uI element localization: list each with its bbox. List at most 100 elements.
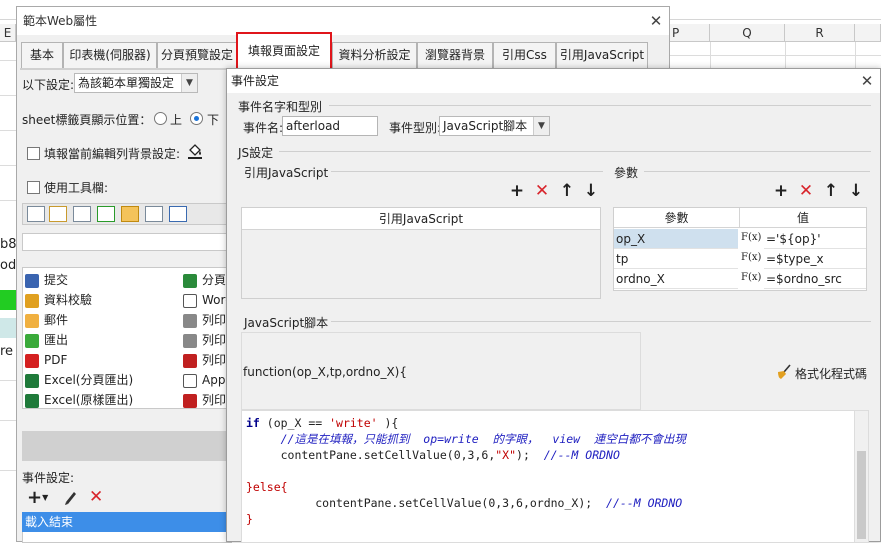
toolbar-buttons-list: 提交 資料校驗 郵件 匯出 PDF Excel(分頁匯出) Excel(原樣匯出…	[22, 267, 232, 409]
tab-printer-server[interactable]: 印表機(伺服器)	[63, 42, 157, 69]
gridline	[0, 165, 16, 166]
param-value-cell[interactable]: =$ordno_src	[764, 269, 866, 289]
toolbar-label: 使用工具欄:	[44, 181, 109, 195]
param-name-cell[interactable]: tp	[614, 249, 738, 269]
toolbar-checkbox[interactable]	[27, 181, 40, 194]
button-item[interactable]: 提交	[25, 270, 68, 290]
code-text: contentPane.setCellValue(0,3,6,	[246, 448, 496, 462]
button-item[interactable]: 分頁	[183, 270, 231, 290]
code-line: if (op_X == 'write' ){	[246, 415, 398, 431]
code-comment: //這是在填報，只能抓到 op=write 的字眼， view 連空白都不會出現	[246, 432, 686, 446]
column-header-e[interactable]: E	[0, 24, 16, 42]
event-type-select[interactable]: JavaScript腳本 ▼	[439, 116, 550, 136]
button-item[interactable]: Word	[183, 290, 231, 310]
code-scrollbar[interactable]	[854, 411, 868, 542]
arrow-up-icon[interactable]: ↑	[822, 182, 840, 200]
event-list	[22, 532, 232, 543]
cell-text[interactable]: od	[0, 257, 16, 275]
export-icon[interactable]	[97, 206, 115, 222]
radio-bottom[interactable]	[190, 112, 203, 125]
button-item[interactable]: Excel(分頁匯出)	[25, 370, 133, 390]
pdf-icon	[25, 353, 39, 368]
button-item[interactable]: Excel(原樣匯出)	[25, 390, 133, 410]
button-item[interactable]: 列印	[183, 330, 231, 350]
column-header-s[interactable]	[855, 24, 881, 42]
button-item[interactable]: 資料校驗	[25, 290, 92, 310]
mail-icon[interactable]	[121, 206, 139, 222]
close-icon[interactable]: ✕	[857, 71, 877, 91]
edit-icon[interactable]	[63, 488, 79, 506]
broom-icon[interactable]	[775, 363, 793, 381]
params-header-value[interactable]: 值	[740, 208, 866, 228]
button-item[interactable]: 列印	[183, 350, 231, 370]
arrow-down-icon[interactable]: ↓	[582, 182, 600, 200]
teal-cell[interactable]	[0, 318, 16, 338]
param-value-cell[interactable]: =$type_x	[764, 249, 866, 269]
format-code-button[interactable]: 格式化程式碼	[795, 365, 867, 382]
paint-bucket-icon[interactable]	[186, 142, 204, 160]
code-keyword: if	[246, 416, 260, 430]
delete-icon[interactable]: ✕	[89, 487, 105, 507]
button-label: 列印	[202, 333, 227, 347]
window-icon[interactable]	[169, 206, 187, 222]
tab-browser-background[interactable]: 瀏覽器背景	[417, 42, 493, 69]
event-name-input[interactable]: afterload	[282, 116, 378, 136]
param-name-cell[interactable]: op_X	[614, 229, 738, 249]
add-icon[interactable]: +	[772, 182, 790, 200]
button-item[interactable]: PDF	[25, 350, 67, 370]
cell-text[interactable]: re	[0, 343, 16, 361]
print-icon[interactable]	[73, 206, 91, 222]
code-comment: //--M ORDNO	[606, 496, 683, 510]
params-header-name[interactable]: 參數	[614, 208, 740, 228]
button-item[interactable]: Appl	[183, 370, 231, 390]
cell-text[interactable]: b8	[0, 236, 16, 254]
event-name-label: 事件名:	[243, 121, 284, 135]
button-label: 列印	[202, 313, 227, 327]
button-item[interactable]: 列印	[183, 390, 231, 410]
arrow-down-icon[interactable]: ↓	[847, 182, 865, 200]
chevron-down-icon[interactable]: ▼	[533, 117, 549, 135]
button-item[interactable]: 列印	[183, 310, 231, 330]
tab-ref-css[interactable]: 引用Css	[493, 42, 556, 69]
green-cell[interactable]	[0, 290, 16, 310]
column-header-p[interactable]: P	[670, 24, 710, 42]
save-icon[interactable]	[27, 206, 45, 222]
button-item[interactable]: 匯出	[25, 330, 68, 350]
page-icon	[183, 273, 197, 288]
gridline	[0, 95, 16, 96]
column-header-q[interactable]: Q	[710, 24, 785, 42]
code-editor[interactable]: if (op_X == 'write' ){ //這是在填報，只能抓到 op=w…	[241, 410, 869, 543]
tab-fill-page-settings[interactable]: 填報頁面設定	[236, 32, 332, 70]
add-icon[interactable]: +	[508, 182, 526, 200]
edit-icon[interactable]	[49, 206, 67, 222]
arrow-up-icon[interactable]: ↑	[558, 182, 576, 200]
delete-icon[interactable]: ✕	[533, 182, 551, 200]
radio-top[interactable]	[154, 112, 167, 125]
tab-basic[interactable]: 基本	[21, 42, 63, 69]
column-header-r[interactable]: R	[785, 24, 855, 42]
settings-select[interactable]: 為該範本單獨設定 ▼	[74, 73, 198, 93]
event-list-item[interactable]: 載入結束	[22, 512, 232, 532]
formula-icon[interactable]: F(x)	[741, 249, 763, 267]
button-item[interactable]: 郵件	[25, 310, 68, 330]
scrollbar-thumb[interactable]	[857, 451, 866, 539]
delete-icon[interactable]: ✕	[797, 182, 815, 200]
param-value-cell[interactable]: ='${op}'	[764, 229, 866, 249]
params-table: 參數 值 op_X F(x) ='${op}' tp F(x) =$type_x…	[613, 207, 867, 291]
add-icon[interactable]: +▼	[27, 489, 53, 507]
tab-data-analysis[interactable]: 資料分析設定	[332, 42, 417, 69]
code-text: );	[516, 448, 544, 462]
ref-js-column-header[interactable]: 引用JavaScript	[242, 208, 600, 230]
chevron-down-icon[interactable]: ▼	[181, 74, 197, 92]
group-divider	[279, 151, 871, 152]
word-icon	[183, 293, 197, 308]
formula-icon[interactable]: F(x)	[741, 229, 763, 247]
row-background-checkbox[interactable]	[27, 147, 40, 160]
tab-ref-javascript[interactable]: 引用JavaScript	[556, 42, 648, 69]
tab-page-preview[interactable]: 分頁預覽設定	[157, 42, 237, 69]
list-icon[interactable]	[145, 206, 163, 222]
param-name-cell[interactable]: ordno_X	[614, 269, 738, 289]
group-divider	[644, 171, 870, 172]
formula-icon[interactable]: F(x)	[741, 269, 763, 287]
close-icon[interactable]: ✕	[646, 11, 666, 31]
